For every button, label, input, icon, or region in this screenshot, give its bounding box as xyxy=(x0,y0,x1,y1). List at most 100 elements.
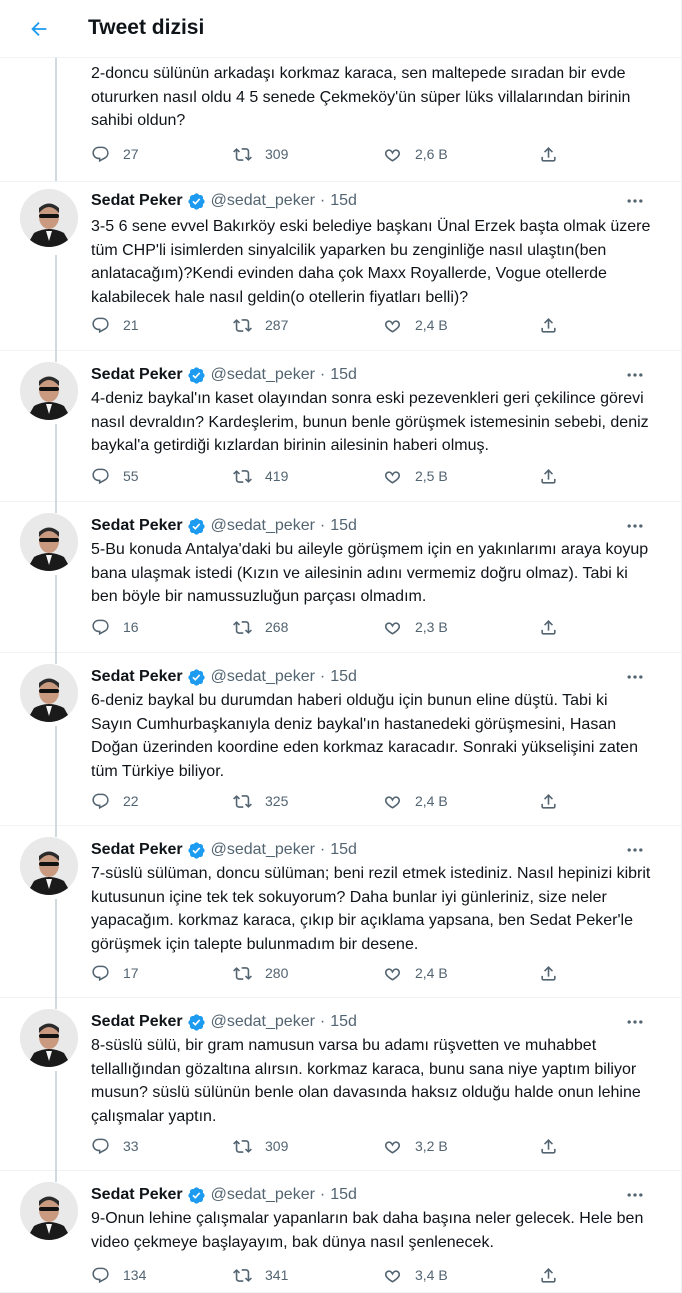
author-name[interactable]: Sedat Peker xyxy=(91,1013,183,1031)
author-handle[interactable]: @sedat_peker xyxy=(211,192,315,210)
avatar[interactable] xyxy=(20,664,78,722)
avatar[interactable] xyxy=(20,189,78,247)
reply-icon xyxy=(92,317,109,333)
retweet-button[interactable]: 268 xyxy=(233,616,288,638)
tweet-card[interactable]: Sedat Peker @sedat_peker · 15d 8-süslü s… xyxy=(0,997,681,1171)
reply-button[interactable]: 21 xyxy=(91,314,139,336)
author-handle[interactable]: @sedat_peker xyxy=(211,1186,315,1204)
more-button[interactable] xyxy=(623,1184,647,1206)
more-icon xyxy=(627,199,643,203)
reply-button[interactable]: 22 xyxy=(91,790,139,812)
more-button[interactable] xyxy=(623,515,647,537)
share-button[interactable] xyxy=(539,790,558,812)
share-button[interactable] xyxy=(539,465,558,487)
tweet-time[interactable]: 15d xyxy=(330,517,357,535)
tweet-time[interactable]: 15d xyxy=(330,1013,357,1031)
avatar[interactable] xyxy=(20,1182,78,1240)
like-button[interactable]: 2,6 B xyxy=(383,143,448,165)
author-handle[interactable]: @sedat_peker xyxy=(211,668,315,686)
tweet-time[interactable]: 15d xyxy=(330,841,357,859)
tweet-card[interactable]: Sedat Peker @sedat_peker · 15d 3-5 6 sen… xyxy=(0,181,681,351)
like-button[interactable]: 3,4 B xyxy=(383,1264,448,1286)
share-button[interactable] xyxy=(539,314,558,336)
reply-icon xyxy=(92,619,109,635)
tweet-header: Sedat Peker @sedat_peker · 15d xyxy=(91,364,357,386)
retweet-button[interactable]: 287 xyxy=(233,314,288,336)
tweet-card[interactable]: Sedat Peker @sedat_peker · 15d 4-deniz b… xyxy=(0,350,681,502)
like-button[interactable]: 2,4 B xyxy=(383,790,448,812)
tweet-header: Sedat Peker @sedat_peker · 15d xyxy=(91,666,357,688)
reply-icon xyxy=(92,468,109,484)
reply-button[interactable]: 16 xyxy=(91,616,139,638)
author-handle[interactable]: @sedat_peker xyxy=(211,841,315,859)
tweet-actions: 33 309 3,2 B xyxy=(91,1135,571,1157)
more-icon xyxy=(627,373,643,377)
retweet-icon xyxy=(233,469,252,483)
author-name[interactable]: Sedat Peker xyxy=(91,192,183,210)
tweet-time[interactable]: 15d xyxy=(330,668,357,686)
share-button[interactable] xyxy=(539,962,558,984)
reply-button[interactable]: 33 xyxy=(91,1135,139,1157)
share-button[interactable] xyxy=(539,1135,558,1157)
share-icon xyxy=(541,146,556,162)
author-name[interactable]: Sedat Peker xyxy=(91,668,183,686)
verified-badge-icon xyxy=(187,192,205,210)
reply-button[interactable]: 17 xyxy=(91,962,139,984)
like-button[interactable]: 2,4 B xyxy=(383,314,448,336)
tweet-text: 8-süslü sülü, bir gram namusun varsa bu … xyxy=(91,1037,641,1125)
retweet-button[interactable]: 309 xyxy=(233,143,288,165)
reply-count: 22 xyxy=(123,793,139,809)
more-button[interactable] xyxy=(623,190,647,212)
back-button[interactable] xyxy=(24,14,54,44)
tweet-actions: 134 341 3,4 B xyxy=(91,1264,571,1286)
author-handle[interactable]: @sedat_peker xyxy=(211,517,315,535)
tweet-time[interactable]: 15d xyxy=(330,366,357,384)
more-button[interactable] xyxy=(623,839,647,861)
retweet-button[interactable]: 419 xyxy=(233,465,288,487)
like-button[interactable]: 3,2 B xyxy=(383,1135,448,1157)
share-button[interactable] xyxy=(539,1264,558,1286)
share-icon xyxy=(541,793,556,809)
share-button[interactable] xyxy=(539,616,558,638)
avatar[interactable] xyxy=(20,837,78,895)
author-name[interactable]: Sedat Peker xyxy=(91,841,183,859)
tweet-card[interactable]: Sedat Peker @sedat_peker · 15d 7-süslü s… xyxy=(0,825,681,998)
tweet-text: 9-Onun lehine çalışmalar yapanların bak … xyxy=(91,1210,644,1251)
avatar[interactable] xyxy=(20,513,78,571)
reply-button[interactable]: 27 xyxy=(91,143,139,165)
more-button[interactable] xyxy=(623,1011,647,1033)
like-button[interactable]: 2,4 B xyxy=(383,962,448,984)
tweet-card[interactable]: Sedat Peker @sedat_peker · 15d 6-deniz b… xyxy=(0,652,681,826)
reply-button[interactable]: 55 xyxy=(91,465,139,487)
reply-count: 17 xyxy=(123,965,139,981)
tweet-time[interactable]: 15d xyxy=(330,192,357,210)
share-icon xyxy=(541,1138,556,1154)
tweet-text: 5-Bu konuda Antalya'daki bu aileyle görü… xyxy=(91,541,649,605)
like-button[interactable]: 2,3 B xyxy=(383,616,448,638)
retweet-icon xyxy=(233,147,252,161)
heart-icon xyxy=(384,795,401,809)
share-button[interactable] xyxy=(539,143,558,165)
author-handle[interactable]: @sedat_peker xyxy=(211,1013,315,1031)
more-button[interactable] xyxy=(623,666,647,688)
retweet-button[interactable]: 280 xyxy=(233,962,288,984)
retweet-button[interactable]: 325 xyxy=(233,790,288,812)
like-button[interactable]: 2,5 B xyxy=(383,465,448,487)
reply-button[interactable]: 134 xyxy=(91,1264,146,1286)
tweet-card[interactable]: Sedat Peker @sedat_peker · 15d 5-Bu konu… xyxy=(0,501,681,653)
retweet-button[interactable]: 309 xyxy=(233,1135,288,1157)
author-handle[interactable]: @sedat_peker xyxy=(211,366,315,384)
tweet-time[interactable]: 15d xyxy=(330,1186,357,1204)
more-icon xyxy=(627,1193,643,1197)
more-button[interactable] xyxy=(623,364,647,386)
more-icon xyxy=(627,848,643,852)
verified-badge-icon xyxy=(187,517,205,535)
author-name[interactable]: Sedat Peker xyxy=(91,1186,183,1204)
avatar[interactable] xyxy=(20,362,78,420)
tweet-card[interactable]: Sedat Peker @sedat_peker · 15d 9-Onun le… xyxy=(0,1170,681,1293)
author-name[interactable]: Sedat Peker xyxy=(91,517,183,535)
avatar[interactable] xyxy=(20,1009,78,1067)
retweet-button[interactable]: 341 xyxy=(233,1264,288,1286)
author-name[interactable]: Sedat Peker xyxy=(91,366,183,384)
page-title: Tweet dizisi xyxy=(88,16,205,39)
